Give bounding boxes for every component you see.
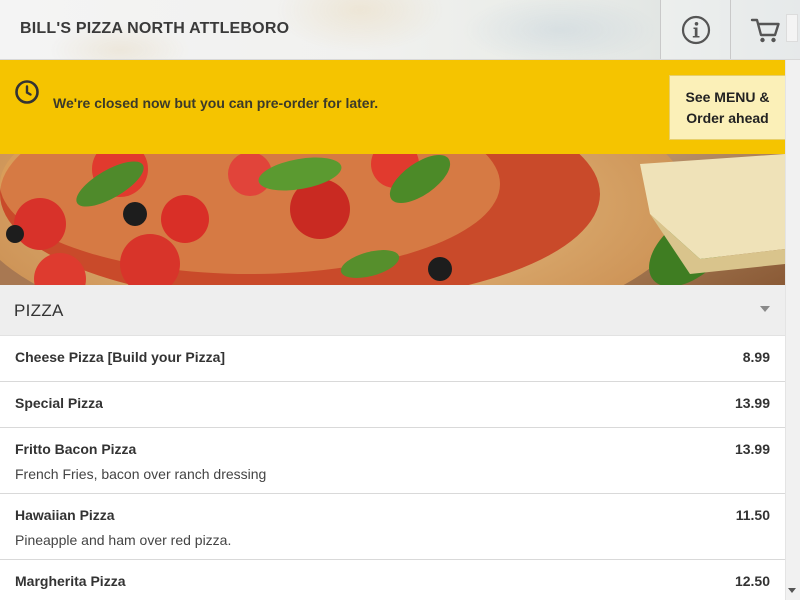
info-button[interactable] (660, 0, 730, 59)
item-name: Fritto Bacon Pizza (15, 441, 137, 457)
caret-down-icon[interactable] (760, 306, 770, 312)
clock-icon (15, 80, 39, 104)
item-price: 12.50 (734, 573, 770, 589)
menu-item[interactable]: Margherita Pizza 12.50 (0, 560, 785, 600)
item-description: Pineapple and ham over red pizza. (15, 532, 232, 548)
item-price: 13.99 (734, 395, 770, 411)
see-menu-order-ahead-button[interactable]: See MENU & Order ahead (669, 75, 786, 140)
item-price: 13.99 (734, 441, 770, 457)
vertical-scrollbar[interactable] (785, 60, 800, 600)
cta-line-1: See MENU & (685, 88, 770, 105)
item-name: Margherita Pizza (15, 573, 126, 589)
app-window: BILL'S PIZZA NORTH ATTLEBORO We're close… (0, 0, 800, 600)
item-name: Hawaiian Pizza (15, 507, 115, 523)
item-price: 8.99 (742, 349, 770, 365)
scroll-down-arrow-icon[interactable] (788, 588, 796, 593)
cart-icon (750, 18, 780, 42)
scrollbar-cap (786, 14, 798, 42)
menu-item[interactable]: Hawaiian Pizza 11.50 Pineapple and ham o… (0, 494, 785, 560)
closed-message: We're closed now but you can pre-order f… (53, 95, 379, 111)
hero-pizza-image (0, 154, 785, 285)
item-price: 11.50 (735, 507, 770, 523)
menu-item[interactable]: Cheese Pizza [Build your Pizza] 8.99 (0, 336, 785, 382)
item-name: Special Pizza (15, 395, 103, 411)
menu-item[interactable]: Fritto Bacon Pizza 13.99 French Fries, b… (0, 428, 785, 494)
menu-item[interactable]: Special Pizza 13.99 (0, 382, 785, 428)
top-header: BILL'S PIZZA NORTH ATTLEBORO (0, 0, 800, 60)
section-title: PIZZA (14, 301, 64, 320)
closed-banner: We're closed now but you can pre-order f… (0, 60, 800, 154)
restaurant-title: BILL'S PIZZA NORTH ATTLEBORO (20, 20, 290, 37)
menu-item-list: Cheese Pizza [Build your Pizza] 8.99 Spe… (0, 336, 785, 600)
item-description: French Fries, bacon over ranch dressing (15, 466, 267, 482)
pizza-section-header[interactable]: PIZZA (0, 285, 785, 336)
cta-line-2: Order ahead (686, 109, 769, 126)
info-icon (681, 15, 710, 44)
item-name: Cheese Pizza [Build your Pizza] (15, 349, 226, 365)
